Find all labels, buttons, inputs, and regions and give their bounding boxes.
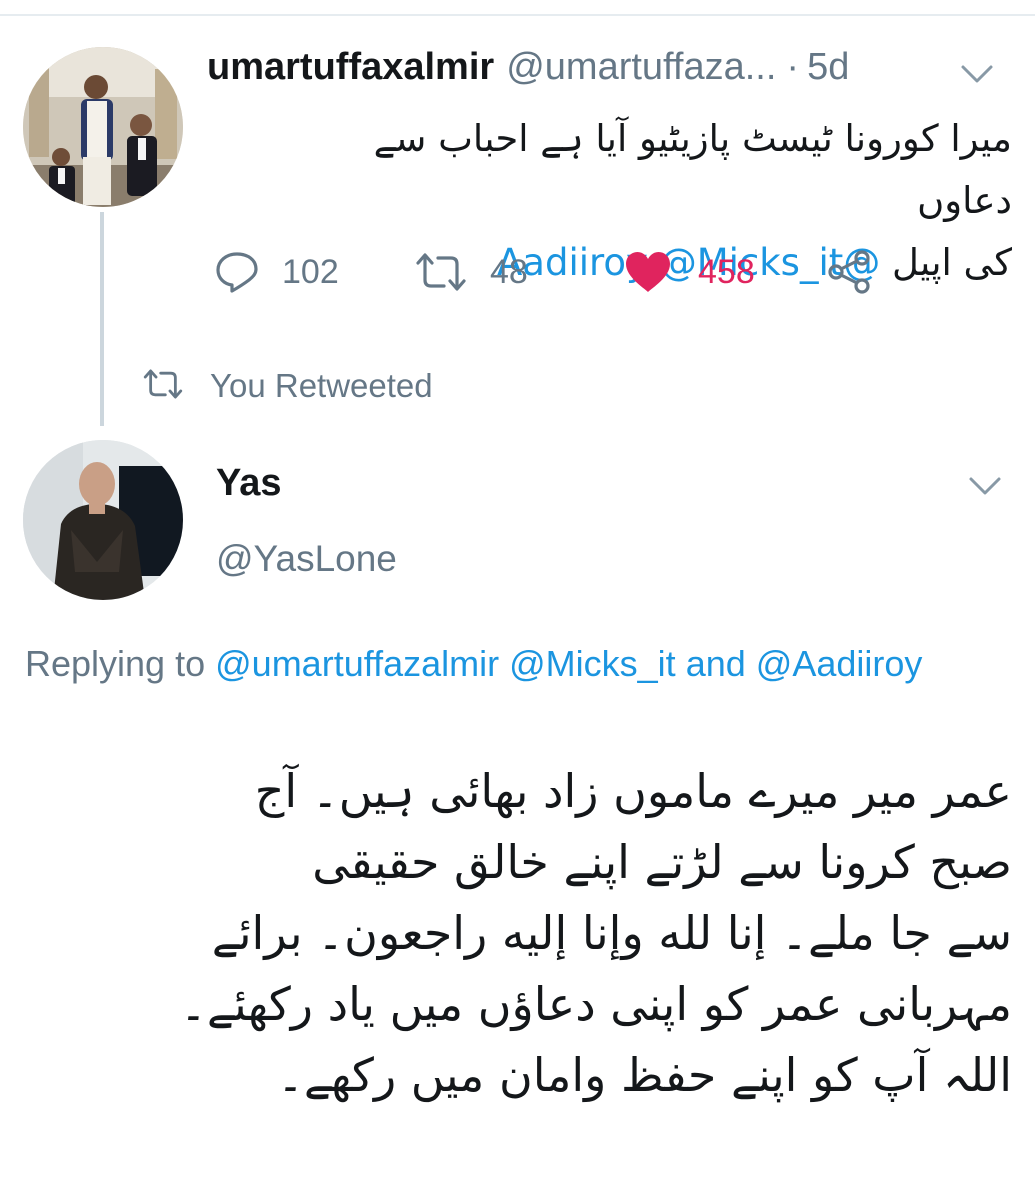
avatar-umartuffaxalmir[interactable] <box>23 47 183 207</box>
replying-prefix: Replying to <box>25 643 206 684</box>
reply-text-line: عمر میر میرے ماموں زاد بھائی ہیں۔ آج <box>254 764 1012 818</box>
reply-text-line: سے جا ملے۔ إنا لله وإنا إليه راجعون۔ برا… <box>211 906 1012 960</box>
retweet-count: 48 <box>490 252 528 291</box>
tweet-actions: 102 48 458 <box>214 244 894 300</box>
reply-display-name[interactable]: Yas <box>216 462 282 505</box>
reply-text: عمر میر میرے ماموں زاد بھائی ہیں۔ آج صبح… <box>40 756 1012 1111</box>
chevron-down-icon[interactable] <box>968 476 1002 496</box>
reply-handle[interactable]: @YasLone <box>216 538 397 580</box>
chevron-down-icon[interactable] <box>960 64 994 84</box>
mention-link[interactable]: @umartuffazalmir <box>215 643 499 684</box>
retweet-icon <box>140 367 186 406</box>
display-name[interactable]: umartuffaxalmir <box>207 46 494 89</box>
top-divider <box>0 14 1035 16</box>
replying-and: and <box>685 643 746 684</box>
avatar-yaslone[interactable] <box>23 440 183 600</box>
reply-text-line: مہربانی عمر کو اپنی دعاؤں میں یاد رکھئے۔ <box>179 977 1012 1031</box>
reply-text-line: اللہ آپ کو اپنے حفظ وامان میں رکھے۔ <box>276 1048 1012 1102</box>
reply-count: 102 <box>282 252 339 291</box>
mention-link[interactable]: @Micks_it <box>509 643 676 684</box>
separator-dot: · <box>786 46 800 88</box>
heart-icon <box>624 250 672 294</box>
retweet-notice: You Retweeted <box>140 362 433 410</box>
retweet-notice-label: You Retweeted <box>210 367 433 404</box>
tweet-text-line: میرا کورونا ٹیسٹ پازیٹیو آیا ہے احباب سے… <box>373 117 1012 222</box>
thread-connector-line <box>100 212 104 426</box>
share-button[interactable] <box>826 244 872 300</box>
tweet-header: umartuffaxalmir @umartuffaza... · 5d <box>207 46 849 106</box>
retweet-icon <box>414 250 468 294</box>
timestamp[interactable]: 5d <box>807 46 849 89</box>
reply-button[interactable]: 102 <box>214 244 339 300</box>
reply-text-line: صبح کرونا سے لڑتے اپنے خالق حقیقی <box>312 835 1012 889</box>
share-icon <box>826 249 872 295</box>
like-count: 458 <box>698 252 755 291</box>
retweet-button[interactable]: 48 <box>414 244 528 300</box>
tweet-text-fragment: کی اپیل <box>892 241 1012 284</box>
handle[interactable]: @umartuffaza... <box>506 46 776 89</box>
like-button[interactable]: 458 <box>624 244 755 300</box>
reply-icon <box>214 249 260 295</box>
replying-to: Replying to @umartuffazalmir @Micks_it a… <box>25 636 1015 692</box>
mention-link[interactable]: @Aadiiroy <box>756 643 923 684</box>
